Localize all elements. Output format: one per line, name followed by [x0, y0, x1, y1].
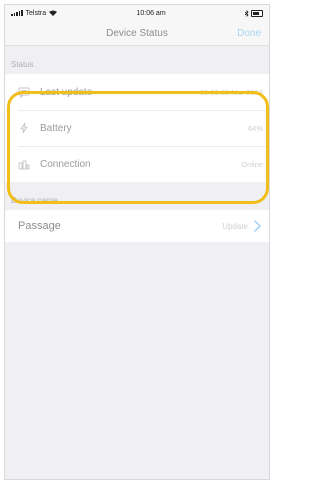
- last-update-value: 09:58 28 Mar 2018: [200, 87, 263, 97]
- status-section-header: Status: [11, 60, 34, 69]
- message-icon: [18, 86, 30, 98]
- clock-time: 10:06 am: [136, 9, 166, 17]
- last-update-label: Last update: [40, 86, 93, 98]
- battery-row: Battery 64%: [5, 110, 269, 146]
- update-link[interactable]: Update: [222, 222, 248, 231]
- connection-row: Connection Online: [5, 146, 269, 182]
- battery-label: Battery: [40, 122, 72, 134]
- ios-status-bar: Telstra 10:06 am: [5, 5, 269, 21]
- battery-status-icon: [245, 9, 263, 17]
- carrier-name: Telstra: [25, 9, 47, 17]
- bluetooth-icon: [245, 9, 249, 17]
- device-name-group: Passage Update: [5, 210, 269, 242]
- status-group: Last update 09:58 28 Mar 2018 Battery 64…: [5, 74, 269, 182]
- connection-icon: [18, 158, 30, 170]
- app-screen: Telstra 10:06 am Device Status Done Stat…: [4, 4, 270, 480]
- chevron-right-icon[interactable]: [254, 220, 261, 232]
- navigation-bar: Device Status Done: [5, 21, 269, 46]
- connection-label: Connection: [40, 158, 91, 170]
- page-title: Device Status: [106, 27, 168, 39]
- device-name-value: Passage: [18, 220, 61, 232]
- signal-icon: [11, 10, 23, 16]
- device-name-row[interactable]: Passage Update: [5, 210, 269, 242]
- battery-value: 64%: [247, 123, 263, 133]
- wifi-icon: [49, 10, 58, 16]
- carrier-info: Telstra: [11, 9, 58, 17]
- done-button[interactable]: Done: [237, 28, 261, 39]
- lightning-icon: [18, 122, 30, 134]
- last-update-row: Last update 09:58 28 Mar 2018: [5, 74, 269, 110]
- device-name-section-header: Device name: [11, 196, 58, 205]
- connection-value: Online: [241, 159, 263, 169]
